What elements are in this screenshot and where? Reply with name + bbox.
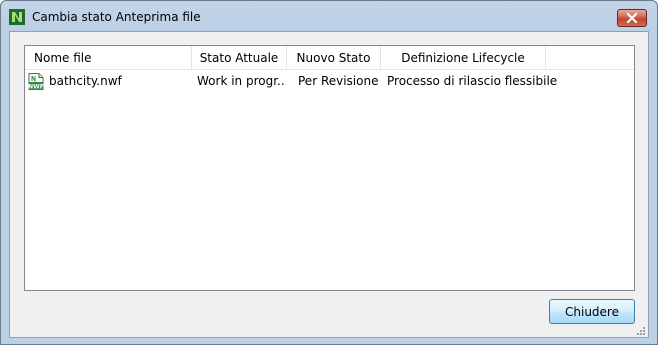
window-title: Cambia stato Anteprima file (32, 10, 201, 24)
dialog-window: Cambia stato Anteprima file Nome file St… (0, 0, 658, 345)
column-header-current-state[interactable]: Stato Attuale (192, 46, 287, 70)
dialog-body: Nome file Stato Attuale Nuovo Stato Defi… (9, 31, 649, 338)
window-close-button[interactable] (617, 9, 647, 27)
lifecycle-cell: Processo di rilascio flessibile (387, 74, 558, 88)
list-header: Nome file Stato Attuale Nuovo Stato Defi… (25, 46, 634, 70)
navisworks-app-icon (9, 9, 25, 25)
column-header-file-name[interactable]: Nome file (25, 46, 192, 70)
file-name-cell: bathcity.nwf (49, 74, 122, 88)
resize-grip[interactable] (636, 325, 646, 335)
title-bar[interactable]: Cambia stato Anteprima file (1, 1, 657, 31)
new-state-cell: Per Revisione (298, 74, 379, 88)
svg-text:NWF: NWF (28, 84, 44, 91)
table-row[interactable]: NWF bathcity.nwf Work in progr... Per Re… (25, 72, 634, 91)
nwf-file-icon: NWF (28, 73, 44, 91)
column-header-new-state[interactable]: Nuovo Stato (287, 46, 381, 70)
file-list[interactable]: Nome file Stato Attuale Nuovo Stato Defi… (24, 45, 635, 291)
close-icon (626, 13, 638, 23)
current-state-cell: Work in progr... (197, 74, 285, 88)
close-dialog-button[interactable]: Chiudere (549, 299, 635, 324)
column-header-lifecycle[interactable]: Definizione Lifecycle (381, 46, 546, 70)
